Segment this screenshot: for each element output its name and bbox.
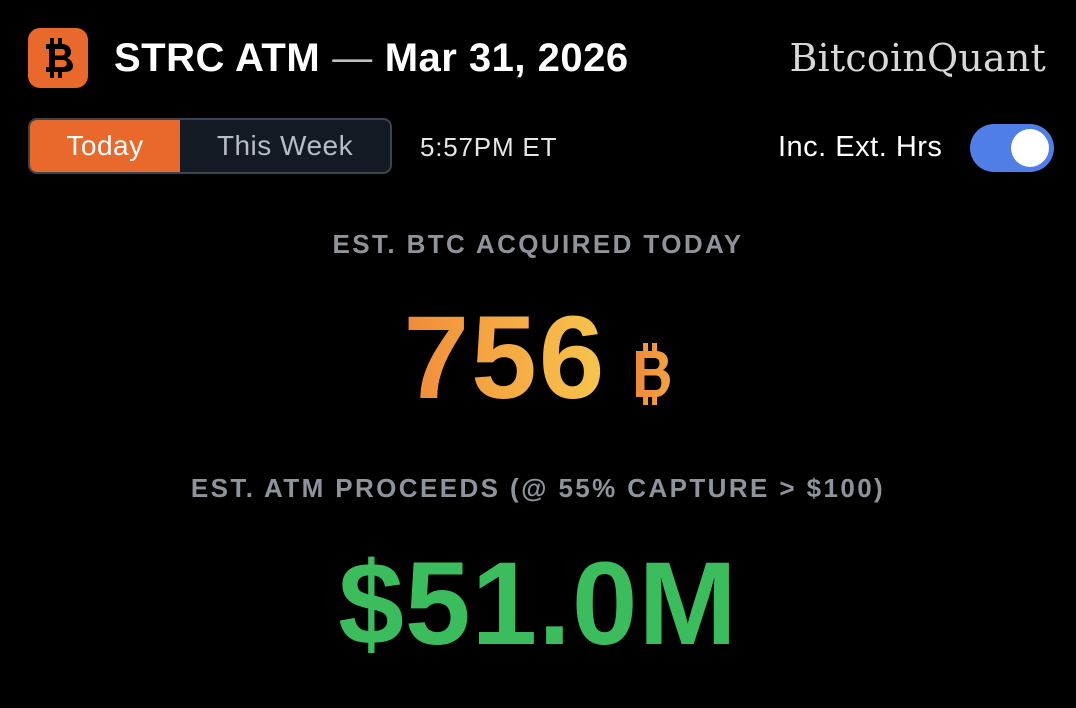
proceeds-label: EST. ATM PROCEEDS (@ 55% CAPTURE > $100)	[190, 473, 886, 503]
bitcoin-logo-icon	[28, 28, 88, 88]
page-title: STRC ATM — Mar 31, 2026	[114, 34, 629, 82]
title-ticker: STRC ATM	[114, 36, 321, 80]
tab-today[interactable]: Today	[30, 120, 180, 172]
title-date: Mar 31, 2026	[384, 36, 629, 80]
ext-hours-label: Inc. Ext. Hrs	[778, 131, 943, 163]
tab-this-week[interactable]: This Week	[180, 120, 390, 172]
btc-acquired-row: 756	[0, 292, 1076, 424]
toggle-knob	[1011, 129, 1049, 167]
title-dash: —	[332, 36, 373, 80]
btc-acquired-label: EST. BTC ACQUIRED TODAY	[332, 229, 744, 259]
period-segmented-control: Today This Week	[28, 118, 392, 174]
ext-hours-toggle[interactable]	[970, 124, 1054, 172]
brand-logo: BitcoinQuant	[789, 36, 1046, 80]
btc-acquired-value: 756	[403, 292, 607, 424]
timestamp: 5:57PM ET	[420, 132, 558, 162]
proceeds-value: $51.0M	[338, 538, 738, 670]
bitcoin-symbol-icon	[632, 343, 672, 410]
header: STRC ATM — Mar 31, 2026 BitcoinQuant	[28, 28, 1048, 90]
